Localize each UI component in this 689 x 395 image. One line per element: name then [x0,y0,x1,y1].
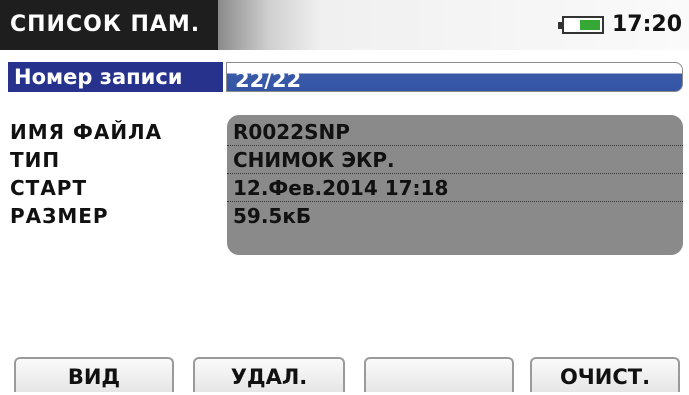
start-label: СТАРТ [10,176,88,200]
file-name-value: R0022SNP [227,118,683,146]
file-info-labels: ИМЯ ФАЙЛА ТИП СТАРТ РАЗМЕР [10,118,220,230]
record-number-label: Номер записи [8,62,223,92]
delete-softkey[interactable]: УДАЛ. [193,357,345,392]
file-info-panel: R0022SNP СНИМОК ЭКР. 12.Фев.2014 17:18 5… [227,115,683,255]
header-gradient-strip [218,0,321,50]
clock-time: 17:20 [612,12,683,37]
softkey-bar: ВИД УДАЛ. ОЧИСТ. [0,357,689,392]
empty-softkey[interactable] [364,357,514,392]
size-value: 59.5кБ [233,204,312,228]
battery-icon [558,16,604,34]
screen-title: СПИСОК ПАМ. [0,0,218,50]
record-number-row[interactable]: Номер записи 22/22 [8,62,683,92]
size-label: РАЗМЕР [10,204,109,228]
type-value: СНИМОК ЭКР. [227,146,683,174]
clear-softkey[interactable]: ОЧИСТ. [530,357,680,392]
record-number-value[interactable]: 22/22 [226,62,683,92]
file-name-label: ИМЯ ФАЙЛА [10,120,163,144]
battery-level-fill [580,20,600,30]
type-label: ТИП [10,148,61,172]
start-value: 12.Фев.2014 17:18 [227,174,683,202]
view-softkey[interactable]: ВИД [14,357,174,392]
